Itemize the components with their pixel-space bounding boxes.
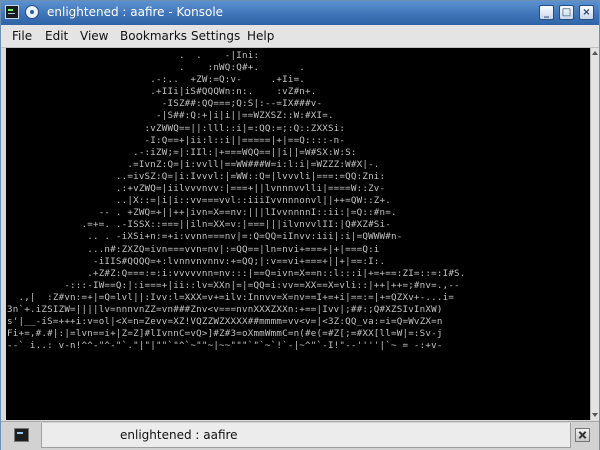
menu-bar: File Edit View Bookmarks Settings Help [1, 25, 599, 48]
menu-bookmarks[interactable]: Bookmarks [120, 29, 187, 43]
title-bar[interactable]: enlightened : aafire - Konsole _ □ × [1, 1, 599, 25]
konsole-window: enlightened : aafire - Konsole _ □ × Fil… [0, 0, 600, 450]
menu-edit[interactable]: Edit [45, 29, 68, 43]
tab-label: enlightened : aafire [120, 428, 238, 442]
menu-file[interactable]: File [12, 29, 32, 43]
scroll-up-arrow-icon[interactable] [591, 48, 599, 58]
minimize-button[interactable]: _ [539, 5, 554, 20]
scroll-down-arrow-icon[interactable] [591, 410, 599, 420]
window-title: enlightened : aafire - Konsole [47, 5, 224, 19]
new-tab-button[interactable] [14, 428, 29, 442]
vertical-scrollbar[interactable] [590, 48, 599, 420]
tab-session[interactable]: enlightened : aafire [41, 423, 571, 448]
maximize-button[interactable]: □ [559, 5, 574, 20]
konsole-app-icon[interactable] [5, 5, 19, 19]
close-tab-button[interactable] [575, 428, 590, 442]
terminal-output: . . -|Ini: . :nWQ:Q#+. . .-:.. +ZW:=Q:v-… [7, 50, 466, 352]
terminal-view[interactable]: . . -|Ini: . :nWQ:Q#+. . .-:.. +ZW:=Q:v-… [6, 48, 590, 420]
close-button[interactable]: × [579, 5, 594, 20]
menu-help[interactable]: Help [247, 29, 274, 43]
tab-bar: enlightened : aafire [1, 421, 599, 450]
menu-settings[interactable]: Settings [191, 29, 240, 43]
pin-icon[interactable] [25, 5, 39, 19]
menu-view[interactable]: View [80, 29, 108, 43]
